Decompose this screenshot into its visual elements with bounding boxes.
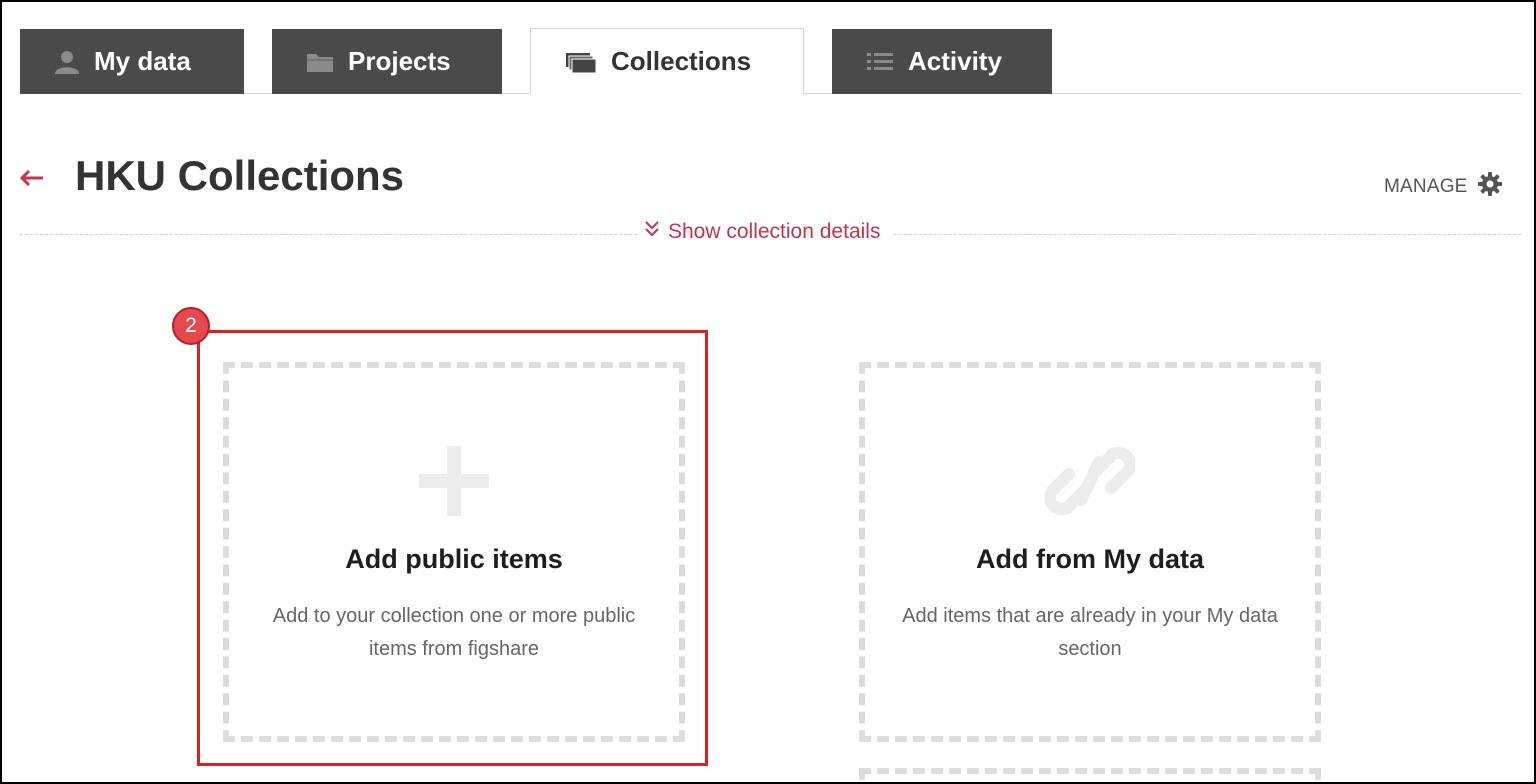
tab-activity[interactable]: Activity [832, 29, 1052, 94]
list-icon [866, 51, 894, 73]
manage-label: MANAGE [1384, 176, 1468, 197]
tab-collections[interactable]: Collections [530, 28, 804, 95]
next-card-partial [859, 768, 1321, 782]
show-collection-details-link[interactable]: Show collection details [638, 220, 893, 244]
tab-label: My data [94, 46, 191, 76]
tab-projects[interactable]: Projects [272, 29, 502, 94]
tab-label: Collections [611, 46, 752, 76]
user-icon [54, 50, 80, 74]
folder-icon [306, 51, 334, 73]
app-frame: My data Projects Collections Activity HK… [0, 0, 1536, 784]
tab-my-data[interactable]: My data [20, 29, 244, 94]
back-arrow-icon[interactable] [18, 160, 44, 194]
details-toggle-label: Show collection details [668, 220, 881, 243]
card-description: Add items that are already in your My da… [902, 605, 1278, 660]
page-title: HKU Collections [75, 152, 405, 199]
step-number-badge: 2 [172, 307, 210, 345]
link-icon [865, 446, 1315, 516]
double-chevron-down-icon [644, 220, 660, 244]
manage-button[interactable]: MANAGE [1384, 172, 1502, 202]
gear-icon [1477, 172, 1502, 202]
tab-label: Activity [908, 46, 1002, 76]
tab-label: Projects [348, 46, 451, 76]
card-title: Add from My data [975, 544, 1204, 574]
add-from-my-data-card[interactable]: Add from My data Add items that are alre… [859, 362, 1321, 742]
collections-icon [565, 50, 597, 74]
step-highlight-box [197, 330, 708, 766]
